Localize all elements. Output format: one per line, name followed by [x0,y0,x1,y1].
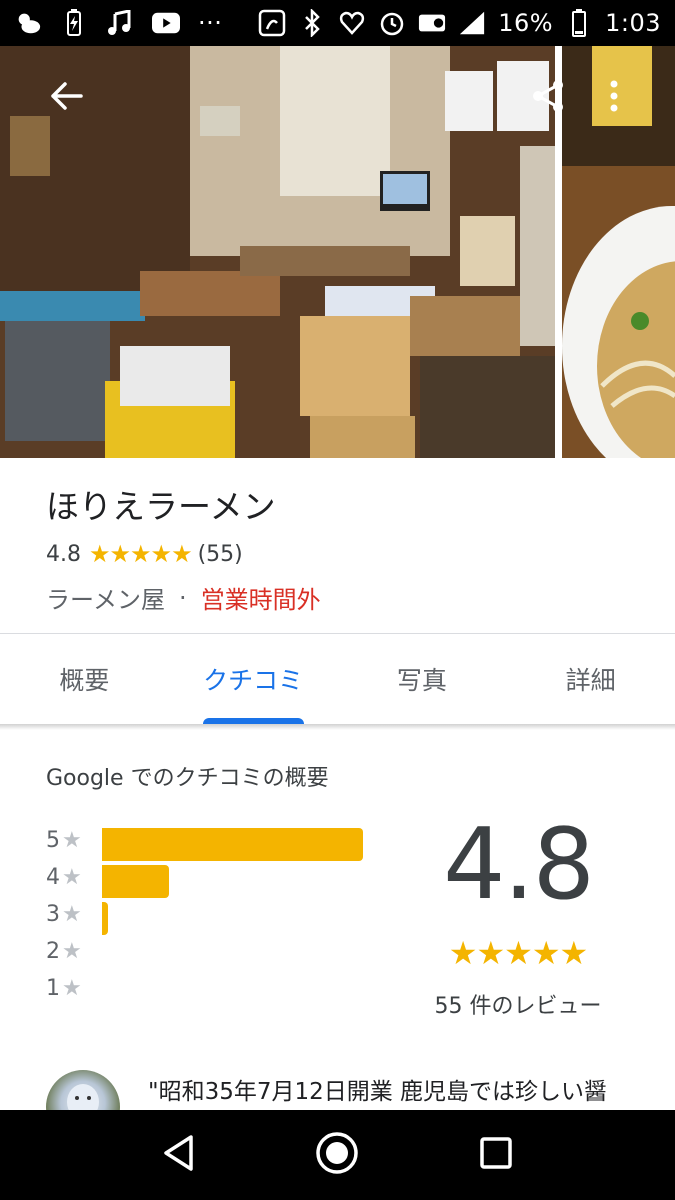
histogram-track [102,937,392,967]
histogram-row: 4 ★ [46,859,406,898]
tab-bar: 概要 クチコミ 写真 詳細 [0,634,675,724]
rating-value: 4.8 [46,541,81,567]
star-icon: ★ [62,828,82,853]
category-row: ラーメン屋 · 営業時間外 [46,580,629,615]
histogram-bar [102,901,108,935]
battery-percent: 16% [498,9,554,37]
status-bar: ··· 16% 1:03 [0,0,675,46]
place-category: ラーメン屋 [46,586,166,614]
histogram-track [102,974,392,1004]
back-arrow-icon [49,81,83,115]
star-icon: ★ [62,865,82,890]
recents-square-icon [479,1136,513,1174]
separator-dot: · [179,583,187,612]
back-triangle-icon [161,1134,197,1176]
hero-photos[interactable] [0,46,675,458]
star-icon: ★ [62,939,82,964]
clock: 1:03 [605,9,661,37]
reviews-summary-title: Google でのクチコミの概要 [46,766,329,791]
rating-count: (55) [197,541,243,567]
histogram-label: 5 [46,828,60,853]
average-rating: 4.8 [443,808,595,922]
nav-recents-button[interactable] [466,1125,526,1185]
tab-reviews[interactable]: クチコミ [169,634,338,724]
star-icon: ★ [62,902,82,927]
histogram-bar [102,827,363,861]
share-icon [531,78,565,118]
alarm-icon [378,9,406,37]
nfc-icon [258,9,286,37]
rating-histogram: 5 ★ 4 ★ 3 ★ 2 ★ 1 ★ [46,822,406,1007]
histogram-track [102,900,392,935]
place-info: ほりえラーメン 4.8 ★★★★★ (55) ラーメン屋 · 営業時間外 [0,458,675,633]
place-name: ほりえラーメン [46,487,276,526]
tab-details[interactable]: 詳細 [506,634,675,724]
weather-icon [14,9,42,37]
battery-icon [565,9,593,37]
histogram-row: 1 ★ [46,970,406,1007]
youtube-icon [152,9,180,37]
tab-overview[interactable]: 概要 [0,634,169,724]
nav-home-button[interactable] [307,1125,367,1185]
star-icon: ★ [62,976,82,1001]
histogram-label: 2 [46,939,60,964]
more-options-button[interactable] [592,76,636,120]
histogram-bar [102,864,169,898]
histogram-track [102,863,392,898]
signal-icon [458,9,486,37]
rating-row[interactable]: 4.8 ★★★★★ (55) [46,540,629,568]
review-snippet[interactable]: "昭和35年7月12日開業 鹿児島では珍しい醤 [148,1072,648,1106]
histogram-row: 2 ★ [46,933,406,970]
tab-photos[interactable]: 写真 [338,634,507,724]
overflow-dots: ··· [198,9,223,37]
review-count-link[interactable]: 55 件のレビュー [400,988,636,1020]
sim-icon [418,9,446,37]
nav-back-button[interactable] [149,1125,209,1185]
heart-sync-icon [338,9,366,37]
open-status: 営業時間外 [200,586,321,614]
home-circle-icon [315,1131,359,1179]
histogram-label: 4 [46,865,60,890]
histogram-label: 1 [46,976,60,1001]
more-vert-icon [609,79,619,117]
histogram-track [102,826,392,861]
share-button[interactable] [526,76,570,120]
back-button[interactable] [44,76,88,120]
histogram-row: 3 ★ [46,896,406,935]
histogram-row: 5 ★ [46,822,406,861]
rating-stars: ★★★★★ [89,540,193,568]
histogram-label: 3 [46,902,60,927]
battery-charging-icon [60,9,88,37]
navigation-bar [0,1110,675,1200]
music-icon [106,9,134,37]
average-stars: ★★★★★ [448,934,588,972]
tabs-shadow [0,724,675,730]
bluetooth-icon [298,9,326,37]
